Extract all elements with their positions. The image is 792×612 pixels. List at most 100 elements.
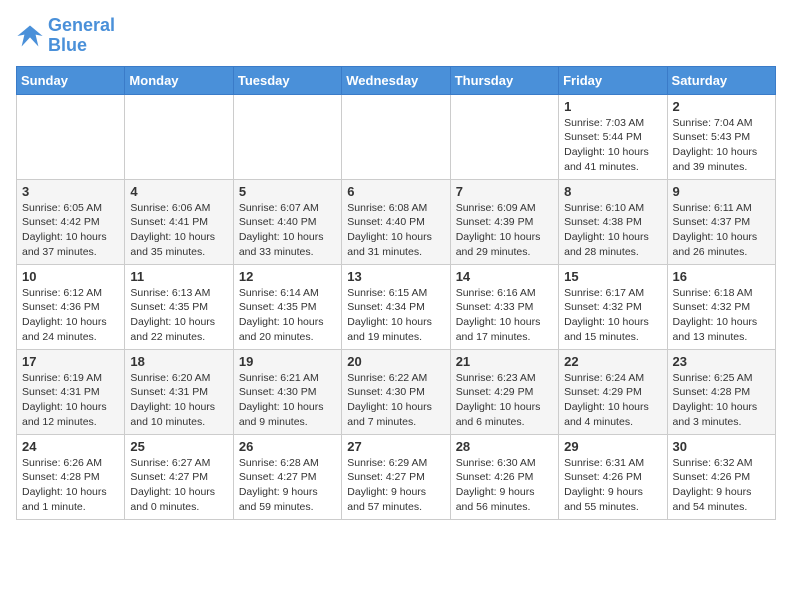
calendar-cell: 13Sunrise: 6:15 AM Sunset: 4:34 PM Dayli… [342,264,450,349]
calendar-cell: 29 Sunrise: 6:31 AM Sunset: 4:26 PM Dayli… [559,434,667,519]
day-number: 27 [347,439,444,454]
day-info: Sunrise: 6:13 AM Sunset: 4:35 PM Dayligh… [130,286,227,345]
day-info: Sunrise: 6:10 AM Sunset: 4:38 PM Dayligh… [564,201,661,260]
day-number: 11 [130,269,227,284]
calendar-cell: 4 Sunrise: 6:06 AM Sunset: 4:41 PM Daylig… [125,179,233,264]
day-info: Sunrise: 6:25 AM Sunset: 4:28 PM Dayligh… [673,371,770,430]
day-header-tuesday: Tuesday [233,66,341,94]
calendar-header-row: SundayMondayTuesdayWednesdayThursdayFrid… [17,66,776,94]
day-number: 12 [239,269,336,284]
day-number: 21 [456,354,553,369]
calendar-cell [342,94,450,179]
day-number: 22 [564,354,661,369]
calendar-cell: 22 Sunrise: 6:24 AM Sunset: 4:29 PM Dayli… [559,349,667,434]
calendar-week-3: 10 Sunrise: 6:12 AM Sunset: 4:36 PM Dayli… [17,264,776,349]
day-info: Sunrise: 6:23 AM Sunset: 4:29 PM Dayligh… [456,371,553,430]
day-number: 5 [239,184,336,199]
calendar-cell: 15 Sunrise: 6:17 AM Sunset: 4:32 PM Dayli… [559,264,667,349]
calendar-cell: 12 Sunrise: 6:14 AM Sunset: 4:35 PM Dayli… [233,264,341,349]
page-header: General Blue [16,16,776,56]
day-header-saturday: Saturday [667,66,775,94]
day-number: 2 [673,99,770,114]
calendar-cell: 2 Sunrise: 7:04 AM Sunset: 5:43 PM Daylig… [667,94,775,179]
day-number: 9 [673,184,770,199]
day-info: Sunrise: 6:09 AM Sunset: 4:39 PM Dayligh… [456,201,553,260]
day-number: 15 [564,269,661,284]
calendar-cell: 11 Sunrise: 6:13 AM Sunset: 4:35 PM Dayli… [125,264,233,349]
calendar-cell: 28Sunrise: 6:30 AM Sunset: 4:26 PM Dayli… [450,434,558,519]
day-info: Sunrise: 6:20 AM Sunset: 4:31 PM Dayligh… [130,371,227,430]
calendar-cell: 19 Sunrise: 6:21 AM Sunset: 4:30 PM Dayli… [233,349,341,434]
calendar-week-5: 24 Sunrise: 6:26 AM Sunset: 4:28 PM Dayli… [17,434,776,519]
day-number: 28 [456,439,553,454]
day-info: Sunrise: 6:08 AM Sunset: 4:40 PM Dayligh… [347,201,444,260]
day-info: Sunrise: 6:26 AM Sunset: 4:28 PM Dayligh… [22,456,119,515]
calendar-cell: 25 Sunrise: 6:27 AM Sunset: 4:27 PM Dayli… [125,434,233,519]
day-info: Sunrise: 6:06 AM Sunset: 4:41 PM Dayligh… [130,201,227,260]
day-info: Sunrise: 7:03 AM Sunset: 5:44 PM Dayligh… [564,116,661,175]
day-info: Sunrise: 6:11 AM Sunset: 4:37 PM Dayligh… [673,201,770,260]
day-number: 6 [347,184,444,199]
calendar-cell: 7 Sunrise: 6:09 AM Sunset: 4:39 PM Daylig… [450,179,558,264]
day-header-sunday: Sunday [17,66,125,94]
calendar-cell [450,94,558,179]
day-number: 8 [564,184,661,199]
day-number: 26 [239,439,336,454]
day-info: Sunrise: 6:24 AM Sunset: 4:29 PM Dayligh… [564,371,661,430]
day-number: 24 [22,439,119,454]
day-number: 23 [673,354,770,369]
calendar-cell: 30 Sunrise: 6:32 AM Sunset: 4:26 PM Dayli… [667,434,775,519]
calendar-cell: 10 Sunrise: 6:12 AM Sunset: 4:36 PM Dayli… [17,264,125,349]
calendar-week-1: 1 Sunrise: 7:03 AM Sunset: 5:44 PM Daylig… [17,94,776,179]
day-info: Sunrise: 6:22 AM Sunset: 4:30 PM Dayligh… [347,371,444,430]
day-info: Sunrise: 6:14 AM Sunset: 4:35 PM Dayligh… [239,286,336,345]
day-info: Sunrise: 6:31 AM Sunset: 4:26 PM Dayligh… [564,456,661,515]
calendar-cell [125,94,233,179]
day-header-monday: Monday [125,66,233,94]
day-number: 1 [564,99,661,114]
day-number: 29 [564,439,661,454]
day-info: Sunrise: 6:21 AM Sunset: 4:30 PM Dayligh… [239,371,336,430]
calendar-cell: 3Sunrise: 6:05 AM Sunset: 4:42 PM Daylig… [17,179,125,264]
calendar-cell: 27 Sunrise: 6:29 AM Sunset: 4:27 PM Dayli… [342,434,450,519]
day-number: 16 [673,269,770,284]
day-header-wednesday: Wednesday [342,66,450,94]
calendar-cell: 5 Sunrise: 6:07 AM Sunset: 4:40 PM Daylig… [233,179,341,264]
calendar-cell: 8 Sunrise: 6:10 AM Sunset: 4:38 PM Daylig… [559,179,667,264]
day-info: Sunrise: 6:28 AM Sunset: 4:27 PM Dayligh… [239,456,336,515]
calendar-cell: 14 Sunrise: 6:16 AM Sunset: 4:33 PM Dayli… [450,264,558,349]
day-number: 25 [130,439,227,454]
calendar-cell: 9 Sunrise: 6:11 AM Sunset: 4:37 PM Daylig… [667,179,775,264]
day-info: Sunrise: 6:29 AM Sunset: 4:27 PM Dayligh… [347,456,444,515]
day-number: 30 [673,439,770,454]
day-info: Sunrise: 6:32 AM Sunset: 4:26 PM Dayligh… [673,456,770,515]
day-header-friday: Friday [559,66,667,94]
day-info: Sunrise: 6:07 AM Sunset: 4:40 PM Dayligh… [239,201,336,260]
calendar-cell: 21 Sunrise: 6:23 AM Sunset: 4:29 PM Dayli… [450,349,558,434]
calendar-cell: 26 Sunrise: 6:28 AM Sunset: 4:27 PM Dayli… [233,434,341,519]
day-info: Sunrise: 6:17 AM Sunset: 4:32 PM Dayligh… [564,286,661,345]
day-info: Sunrise: 6:27 AM Sunset: 4:27 PM Dayligh… [130,456,227,515]
day-number: 4 [130,184,227,199]
calendar-cell: 16Sunrise: 6:18 AM Sunset: 4:32 PM Dayli… [667,264,775,349]
logo: General Blue [16,16,115,56]
day-number: 19 [239,354,336,369]
day-info: Sunrise: 7:04 AM Sunset: 5:43 PM Dayligh… [673,116,770,175]
day-info: Sunrise: 6:16 AM Sunset: 4:33 PM Dayligh… [456,286,553,345]
day-info: Sunrise: 6:19 AM Sunset: 4:31 PM Dayligh… [22,371,119,430]
calendar-cell: 18 Sunrise: 6:20 AM Sunset: 4:31 PM Dayli… [125,349,233,434]
day-number: 20 [347,354,444,369]
calendar-cell [233,94,341,179]
day-header-thursday: Thursday [450,66,558,94]
day-number: 14 [456,269,553,284]
calendar-cell [17,94,125,179]
calendar-table: SundayMondayTuesdayWednesdayThursdayFrid… [16,66,776,520]
day-number: 18 [130,354,227,369]
day-number: 17 [22,354,119,369]
calendar-week-2: 3Sunrise: 6:05 AM Sunset: 4:42 PM Daylig… [17,179,776,264]
calendar-cell: 24 Sunrise: 6:26 AM Sunset: 4:28 PM Dayli… [17,434,125,519]
day-number: 10 [22,269,119,284]
day-number: 3 [22,184,119,199]
day-info: Sunrise: 6:12 AM Sunset: 4:36 PM Dayligh… [22,286,119,345]
day-number: 7 [456,184,553,199]
